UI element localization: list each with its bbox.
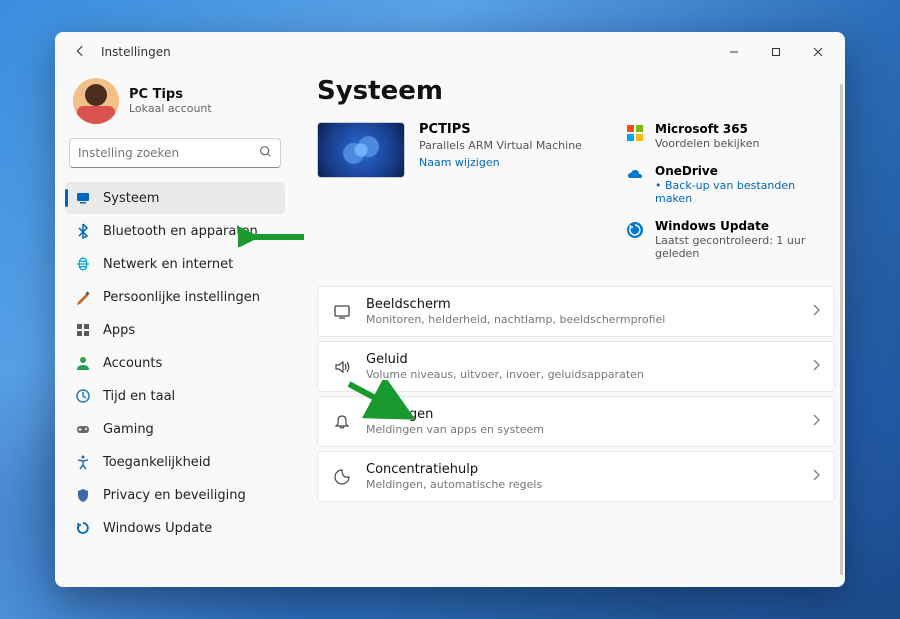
window-controls	[713, 37, 839, 67]
profile[interactable]: PC Tips Lokaal account	[65, 72, 285, 138]
m365-sub: Voordelen bekijken	[655, 137, 759, 150]
main-content: Systeem PCTIPS Parallels ARM Virtual Mac…	[295, 72, 845, 587]
update-item[interactable]: Windows Update Laatst gecontroleerd: 1 u…	[625, 219, 835, 260]
setting-meldingen[interactable]: MeldingenMeldingen van apps en systeem	[317, 396, 835, 447]
sidebar-item-update[interactable]: Windows Update	[65, 512, 285, 544]
sidebar-item-tijd[interactable]: Tijd en taal	[65, 380, 285, 412]
sidebar-item-label: Bluetooth en apparaten	[103, 224, 258, 239]
search-input[interactable]	[78, 146, 259, 160]
sidebar-item-label: Apps	[103, 323, 135, 338]
sidebar-item-gaming[interactable]: Gaming	[65, 413, 285, 445]
sidebar-item-label: Toegankelijkheid	[103, 455, 211, 470]
update-title: Windows Update	[655, 219, 835, 233]
netwerk-icon	[75, 256, 91, 272]
setting-title: Concentratiehulp	[366, 462, 798, 477]
sidebar-item-apps[interactable]: Apps	[65, 314, 285, 346]
setting-title: Meldingen	[366, 407, 798, 422]
device-thumbnail	[317, 122, 405, 178]
setting-focus[interactable]: ConcentratiehulpMeldingen, automatische …	[317, 451, 835, 502]
m365-icon	[625, 123, 645, 143]
search-box[interactable]	[69, 138, 281, 168]
meldingen-icon	[332, 412, 352, 432]
page-title: Systeem	[317, 76, 835, 106]
focus-icon	[332, 467, 352, 487]
sidebar-item-bluetooth[interactable]: Bluetooth en apparaten	[65, 215, 285, 247]
search-icon	[259, 145, 272, 161]
bluetooth-icon	[75, 223, 91, 239]
setting-geluid[interactable]: GeluidVolume niveaus, uitvoer, invoer, g…	[317, 341, 835, 392]
onedrive-title: OneDrive	[655, 164, 835, 178]
chevron-right-icon	[812, 304, 820, 319]
sidebar-item-toegankelijkheid[interactable]: Toegankelijkheid	[65, 446, 285, 478]
sidebar-item-label: Privacy en beveiliging	[103, 488, 246, 503]
sidebar-item-accounts[interactable]: Accounts	[65, 347, 285, 379]
beeldscherm-icon	[332, 302, 352, 322]
chevron-right-icon	[812, 414, 820, 429]
sidebar-item-label: Accounts	[103, 356, 162, 371]
systeem-icon	[75, 190, 91, 206]
sidebar: PC Tips Lokaal account Systeem Bluetooth …	[55, 72, 295, 587]
onedrive-bullet[interactable]: Back-up van bestanden maken	[655, 179, 835, 205]
update-icon	[625, 220, 645, 240]
toegankelijkheid-icon	[75, 454, 91, 470]
sidebar-item-label: Windows Update	[103, 521, 212, 536]
sidebar-item-personal[interactable]: Persoonlijke instellingen	[65, 281, 285, 313]
accounts-icon	[75, 355, 91, 371]
update-icon	[75, 520, 91, 536]
setting-sub: Meldingen, automatische regels	[366, 478, 798, 491]
setting-title: Beeldscherm	[366, 297, 798, 312]
rename-link[interactable]: Naam wijzigen	[419, 156, 582, 169]
back-button[interactable]	[69, 44, 91, 61]
m365-title: Microsoft 365	[655, 122, 759, 136]
chevron-right-icon	[812, 469, 820, 484]
onedrive-item[interactable]: OneDrive Back-up van bestanden maken	[625, 164, 835, 205]
minimize-button[interactable]	[713, 37, 755, 67]
setting-sub: Monitoren, helderheid, nachtlamp, beelds…	[366, 313, 798, 326]
profile-sub: Lokaal account	[129, 102, 212, 115]
sidebar-item-netwerk[interactable]: Netwerk en internet	[65, 248, 285, 280]
setting-title: Geluid	[366, 352, 798, 367]
sidebar-item-systeem[interactable]: Systeem	[65, 182, 285, 214]
m365-item[interactable]: Microsoft 365 Voordelen bekijken	[625, 122, 835, 150]
maximize-button[interactable]	[755, 37, 797, 67]
sidebar-item-label: Tijd en taal	[103, 389, 175, 404]
personal-icon	[75, 289, 91, 305]
sidebar-item-label: Persoonlijke instellingen	[103, 290, 260, 305]
chevron-right-icon	[812, 359, 820, 374]
window-title: Instellingen	[101, 45, 171, 59]
sidebar-item-label: Netwerk en internet	[103, 257, 233, 272]
sidebar-item-label: Systeem	[103, 191, 159, 206]
settings-window: Instellingen PC Tips Lokaal account	[55, 32, 845, 587]
tijd-icon	[75, 388, 91, 404]
settings-list: BeeldschermMonitoren, helderheid, nachtl…	[317, 286, 835, 502]
titlebar: Instellingen	[55, 32, 845, 72]
update-sub: Laatst gecontroleerd: 1 uur geleden	[655, 234, 835, 260]
setting-beeldscherm[interactable]: BeeldschermMonitoren, helderheid, nachtl…	[317, 286, 835, 337]
avatar	[73, 78, 119, 124]
device-sub: Parallels ARM Virtual Machine	[419, 139, 582, 152]
onedrive-icon	[625, 165, 645, 185]
device-block: PCTIPS Parallels ARM Virtual Machine Naa…	[317, 122, 607, 260]
scrollbar[interactable]	[840, 84, 843, 575]
apps-icon	[75, 322, 91, 338]
device-name: PCTIPS	[419, 122, 582, 137]
gaming-icon	[75, 421, 91, 437]
sidebar-item-label: Gaming	[103, 422, 154, 437]
close-button[interactable]	[797, 37, 839, 67]
setting-sub: Meldingen van apps en systeem	[366, 423, 798, 436]
setting-sub: Volume niveaus, uitvoer, invoer, geluids…	[366, 368, 798, 381]
sidebar-item-privacy[interactable]: Privacy en beveiliging	[65, 479, 285, 511]
privacy-icon	[75, 487, 91, 503]
nav: Systeem Bluetooth en apparaten Netwerk en …	[65, 182, 285, 544]
geluid-icon	[332, 357, 352, 377]
profile-name: PC Tips	[129, 87, 212, 102]
